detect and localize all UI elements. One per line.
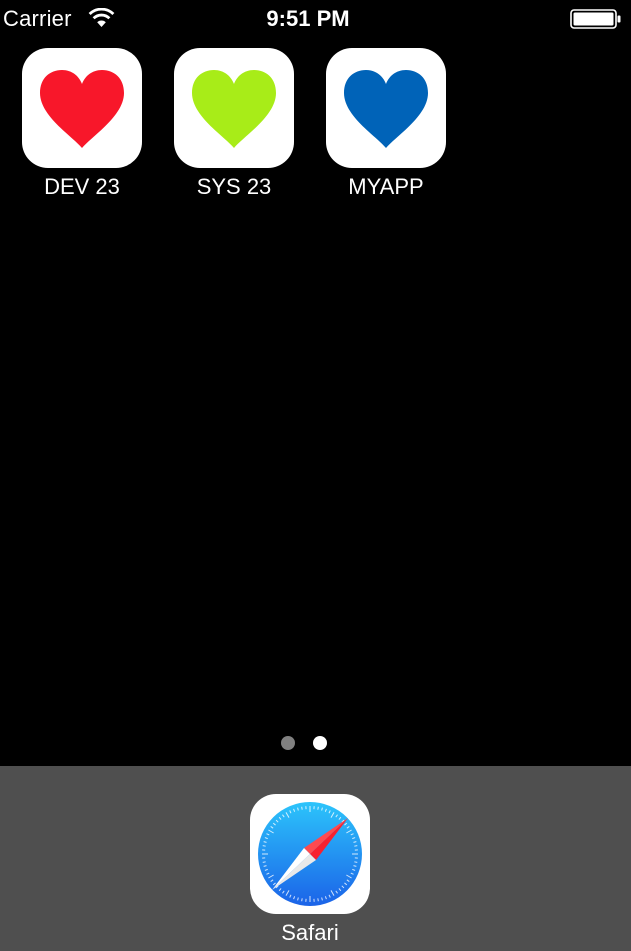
app-label: MYAPP — [348, 174, 424, 199]
app-icon-safari[interactable] — [250, 794, 370, 914]
app-sys-23[interactable]: SYS 23 — [158, 48, 310, 200]
heart-icon — [192, 70, 276, 148]
app-myapp[interactable]: MYAPP — [310, 48, 462, 200]
dock: Safari — [0, 766, 631, 951]
home-screen: Carrier 9:51 PM DEV 23 SYS 23 MYAPP Safa… — [0, 0, 631, 951]
status-time: 9:51 PM — [266, 6, 350, 31]
page-indicator[interactable] — [0, 735, 631, 751]
app-label: DEV 23 — [44, 174, 120, 199]
app-icon-myapp[interactable] — [326, 48, 446, 168]
page-dot-2-active[interactable] — [313, 736, 327, 750]
battery-icon — [570, 9, 621, 29]
app-label: Safari — [281, 920, 339, 945]
app-dev-23[interactable]: DEV 23 — [6, 48, 158, 200]
page-dot-1[interactable] — [281, 736, 295, 750]
app-label: SYS 23 — [196, 174, 272, 199]
app-icon-dev-23[interactable] — [22, 48, 142, 168]
status-bar: Carrier 9:51 PM — [0, 0, 631, 38]
heart-icon — [40, 70, 124, 148]
app-icon-sys-23[interactable] — [174, 48, 294, 168]
dock-app-safari[interactable]: Safari — [234, 794, 386, 946]
compass-icon — [258, 802, 362, 906]
heart-icon — [344, 70, 428, 148]
